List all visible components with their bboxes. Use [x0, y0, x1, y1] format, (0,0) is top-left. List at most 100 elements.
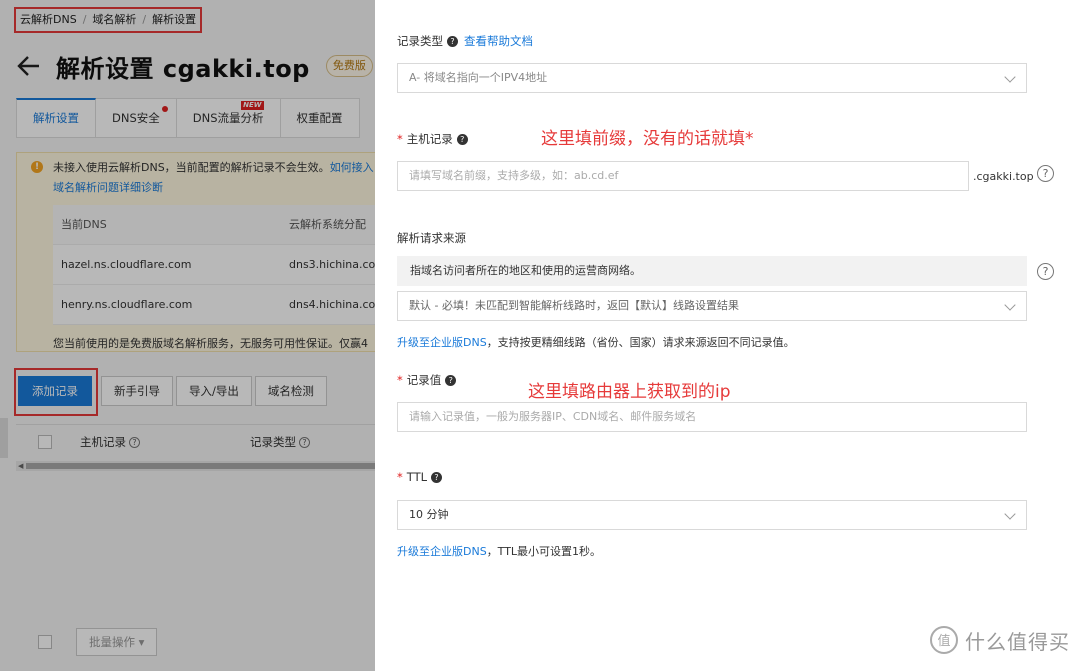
svg-text:值: 值 — [937, 633, 950, 649]
notice-text: 未接入使用云解析DNS，当前配置的解析记录不会生效。如何接入 — [53, 159, 374, 175]
add-record-button[interactable]: 添加记录 — [18, 376, 92, 406]
column-label: 记录类型 — [250, 434, 296, 449]
column-label: 主机记录 — [80, 434, 126, 449]
annotation-highlight: 添加记录 — [14, 368, 98, 416]
warning-icon: ! — [31, 161, 43, 173]
column-header: 当前DNS — [61, 218, 107, 231]
dns-server-table: 当前DNS 云解析系统分配 hazel.ns.cloudflare.com dns3… — [53, 205, 375, 325]
bottom-bar: 批量操作 ▾ — [16, 628, 158, 656]
host-record-input[interactable]: 请填写域名前缀，支持多级，如：ab.cd.ef — [397, 161, 969, 191]
ttl-label: * TTL? — [397, 470, 443, 484]
record-type-label: 记录类型? 查看帮助文档 — [397, 33, 533, 49]
hint-text: ，TTL最小可设置1秒。 — [486, 545, 602, 558]
add-record-drawer: 记录类型? 查看帮助文档 A- 将域名指向一个IPV4地址 * 主机记录? 这里填前… — [375, 0, 1080, 671]
watermark: 值 什么值得买 — [929, 625, 1070, 655]
diagnose-link[interactable]: 域名解析问题详细诊断 — [53, 179, 163, 195]
page-header: 解析设置 cgakki.top 免费版 — [16, 48, 373, 84]
help-doc-link[interactable]: 查看帮助文档 — [464, 34, 533, 48]
label-text: 记录值 — [406, 373, 442, 387]
chevron-down-icon — [1004, 299, 1016, 311]
help-icon[interactable]: ? — [445, 375, 457, 386]
required-mark: * — [397, 470, 403, 484]
tab-dns-security[interactable]: DNS安全 — [96, 98, 177, 138]
chevron-down-icon: ▾ — [138, 635, 145, 649]
import-export-button[interactable]: 导入/导出 — [176, 376, 252, 406]
help-icon[interactable]: ? — [447, 36, 458, 47]
table-cell: dns4.hichina.com — [289, 298, 375, 311]
breadcrumb-item-domain[interactable]: 域名解析 — [92, 13, 136, 26]
table-header-row: 当前DNS 云解析系统分配 — [53, 205, 375, 245]
free-plan-note: 您当前使用的是免费版域名解析服务，无服务可用性保证。仅赢4 — [53, 337, 368, 350]
scroll-left-icon[interactable]: ◀ — [18, 462, 23, 470]
watermark-logo-icon: 值 — [930, 626, 958, 654]
breadcrumb-item-dns[interactable]: 云解析DNS — [20, 13, 77, 26]
help-icon[interactable]: ? — [299, 436, 310, 448]
notification-dot — [161, 106, 168, 112]
action-toolbar: 添加记录 新手引导 导入/导出 域名检测 — [14, 368, 327, 416]
tab-label: DNS安全 — [112, 111, 160, 125]
required-mark: * — [397, 132, 403, 146]
annotation-value: 这里填路由器上获取到的ip — [528, 382, 731, 402]
horizontal-scrollbar[interactable]: ◀ — [16, 461, 375, 471]
help-circle-icon[interactable]: ? — [1037, 165, 1054, 182]
label-text: 记录类型 — [397, 34, 443, 48]
label-text: 主机记录 — [406, 132, 453, 146]
breadcrumb-item-settings: 解析设置 — [152, 13, 197, 26]
request-source-select[interactable]: 默认 - 必填！未匹配到智能解析线路时，返回【默认】线路设置结果 — [397, 291, 1027, 321]
table-cell: dns3.hichina.com — [289, 258, 375, 271]
ttl-select[interactable]: 10 分钟 — [397, 500, 1027, 530]
tab-dns-settings[interactable]: 解析设置 — [16, 98, 96, 138]
record-value-input[interactable]: 请输入记录值，一般为服务器IP、CDN域名、邮件服务域名 — [397, 402, 1027, 432]
chevron-down-icon — [1004, 71, 1016, 83]
select-all-checkbox[interactable] — [38, 635, 52, 649]
back-arrow-icon[interactable] — [16, 53, 42, 79]
required-mark: * — [397, 373, 403, 387]
help-circle-icon[interactable]: ? — [1037, 263, 1054, 280]
batch-actions-dropdown[interactable]: 批量操作 ▾ — [76, 628, 158, 656]
input-placeholder: 请输入记录值，一般为服务器IP、CDN域名、邮件服务域名 — [409, 410, 697, 423]
tab-label: DNS流量分析 — [192, 111, 264, 125]
guide-button[interactable]: 新手引导 — [101, 376, 173, 406]
help-icon[interactable]: ? — [456, 134, 468, 145]
plan-badge[interactable]: 免费版 — [325, 55, 373, 77]
domain-check-button[interactable]: 域名检测 — [254, 376, 327, 406]
batch-label: 批量操作 — [89, 635, 135, 649]
watermark-text: 什么值得买 — [965, 629, 1070, 654]
table-cell: henry.ns.cloudflare.com — [61, 298, 193, 311]
help-icon[interactable]: ? — [129, 436, 140, 448]
scrollbar-thumb[interactable] — [26, 463, 375, 469]
column-record-type[interactable]: 记录类型? — [250, 434, 310, 450]
select-all-checkbox[interactable] — [38, 434, 52, 449]
tab-label: 解析设置 — [33, 111, 79, 125]
host-record-label: * 主机记录? — [397, 131, 468, 147]
selected-value: A- 将域名指向一个IPV4地址 — [409, 71, 548, 84]
input-placeholder: 请填写域名前缀，支持多级，如：ab.cd.ef — [409, 169, 619, 182]
column-host-record[interactable]: 主机记录? — [80, 434, 140, 450]
request-source-label: 解析请求来源 — [397, 231, 466, 245]
how-to-connect-link[interactable]: 如何接入 — [330, 161, 374, 174]
tab-weight-config[interactable]: 权重配置 — [280, 98, 360, 138]
selected-value: 10 分钟 — [409, 508, 449, 521]
domain-suffix: .cgakki.top — [973, 170, 1034, 183]
new-badge: NEW — [241, 101, 264, 110]
breadcrumb-separator: / — [142, 13, 147, 26]
upgrade-enterprise-link[interactable]: 升级至企业版DNS — [397, 336, 487, 349]
upgrade-enterprise-link[interactable]: 升级至企业版DNS — [397, 545, 487, 558]
column-header: 云解析系统分配 — [289, 218, 366, 231]
selected-value: 默认 - 必填！未匹配到智能解析线路时，返回【默认】线路设置结果 — [409, 299, 739, 312]
help-icon[interactable]: ? — [431, 472, 443, 483]
page-title: 解析设置 cgakki.top — [56, 54, 310, 83]
breadcrumb-separator: / — [82, 13, 87, 26]
tab-label: 权重配置 — [296, 111, 343, 125]
hint-text: ，支持按更精细线路（省份、国家）请求来源返回不同记录值。 — [486, 336, 795, 349]
side-collapse-handle[interactable] — [0, 418, 8, 458]
record-type-select[interactable]: A- 将域名指向一个IPV4地址 — [397, 63, 1027, 93]
breadcrumb: 云解析DNS / 域名解析 / 解析设置 — [14, 7, 203, 33]
request-source-description: 指域名访问者所在的地区和使用的运营商网络。 — [397, 256, 1027, 286]
tab-dns-traffic[interactable]: DNS流量分析 NEW — [176, 98, 281, 138]
tab-bar: 解析设置 DNS安全 DNS流量分析 NEW 权重配置 — [16, 98, 360, 138]
table-row: hazel.ns.cloudflare.com dns3.hichina.com — [53, 245, 375, 285]
background-page: 云解析DNS / 域名解析 / 解析设置 解析设置 cgakki.top 免费版 解析设… — [0, 0, 375, 671]
record-value-label: * 记录值? — [397, 372, 457, 388]
ttl-upgrade-hint: 升级至企业版DNS，TTL最小可设置1秒。 — [397, 543, 601, 559]
